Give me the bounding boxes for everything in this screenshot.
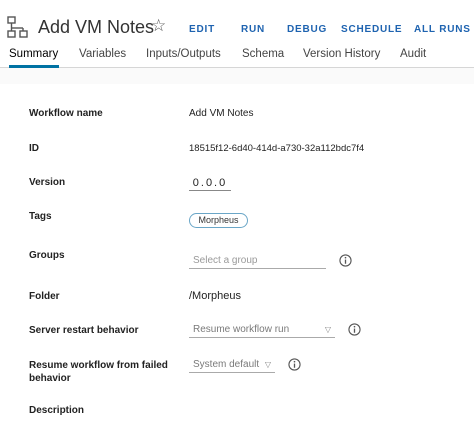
debug-button[interactable]: DEBUG	[287, 24, 327, 35]
schedule-button[interactable]: SCHEDULE	[341, 24, 402, 35]
workflow-summary-page: Add VM Notes ☆ EDIT RUN DEBUG SCHEDULE A…	[0, 0, 474, 427]
tab-summary[interactable]: Summary	[9, 48, 58, 60]
tags-label: Tags	[29, 211, 52, 222]
tab-schema[interactable]: Schema	[242, 48, 284, 60]
id-label: ID	[29, 143, 39, 154]
tab-version-history[interactable]: Version History	[303, 48, 380, 60]
favorite-star-icon[interactable]: ☆	[151, 16, 166, 36]
workflow-header: Add VM Notes ☆ EDIT RUN DEBUG SCHEDULE A…	[0, 0, 474, 40]
server-restart-select[interactable]: Resume workflow run ▽	[189, 322, 335, 338]
tab-variables[interactable]: Variables	[79, 48, 126, 60]
groups-label: Groups	[29, 250, 65, 261]
tab-bar: Summary Variables Inputs/Outputs Schema …	[0, 46, 474, 68]
resume-failed-label-line2: behavior	[29, 373, 71, 384]
resume-failed-label-line1: Resume workflow from failed	[29, 360, 168, 371]
tab-inputs-outputs[interactable]: Inputs/Outputs	[146, 48, 221, 60]
run-button[interactable]: RUN	[241, 24, 265, 35]
chevron-down-icon: ▽	[264, 360, 271, 369]
server-restart-label: Server restart behavior	[29, 325, 139, 336]
resume-failed-select[interactable]: System default ▽	[189, 357, 275, 373]
resume-failed-label: Resume workflow from failed behavior	[29, 359, 168, 385]
all-runs-button[interactable]: ALL RUNS	[414, 24, 471, 35]
folder-label: Folder	[29, 291, 60, 302]
server-restart-selected: Resume workflow run	[193, 324, 290, 335]
edit-button[interactable]: EDIT	[189, 24, 215, 35]
tag-badge[interactable]: Morpheus	[189, 213, 248, 228]
workflow-name-label: Workflow name	[29, 108, 103, 119]
server-restart-info-icon[interactable]	[348, 323, 361, 336]
workflow-icon	[7, 16, 28, 38]
workflow-name-value: Add VM Notes	[189, 108, 254, 119]
folder-value: /Morpheus	[189, 290, 241, 302]
group-select-input[interactable]: Select a group	[189, 253, 326, 269]
version-value[interactable]: 0.0.0	[189, 177, 231, 191]
resume-failed-info-icon[interactable]	[288, 358, 301, 371]
chevron-down-icon: ▽	[324, 325, 331, 334]
resume-failed-selected: System default	[193, 359, 260, 370]
groups-info-icon[interactable]	[339, 254, 352, 267]
section-spacer	[0, 68, 474, 84]
tab-audit[interactable]: Audit	[400, 48, 426, 60]
id-value: 18515f12-6d40-414d-a730-32a112bdc7f4	[189, 143, 365, 154]
version-label: Version	[29, 177, 66, 188]
workflow-title: Add VM Notes	[38, 17, 155, 37]
description-label: Description	[29, 405, 85, 416]
